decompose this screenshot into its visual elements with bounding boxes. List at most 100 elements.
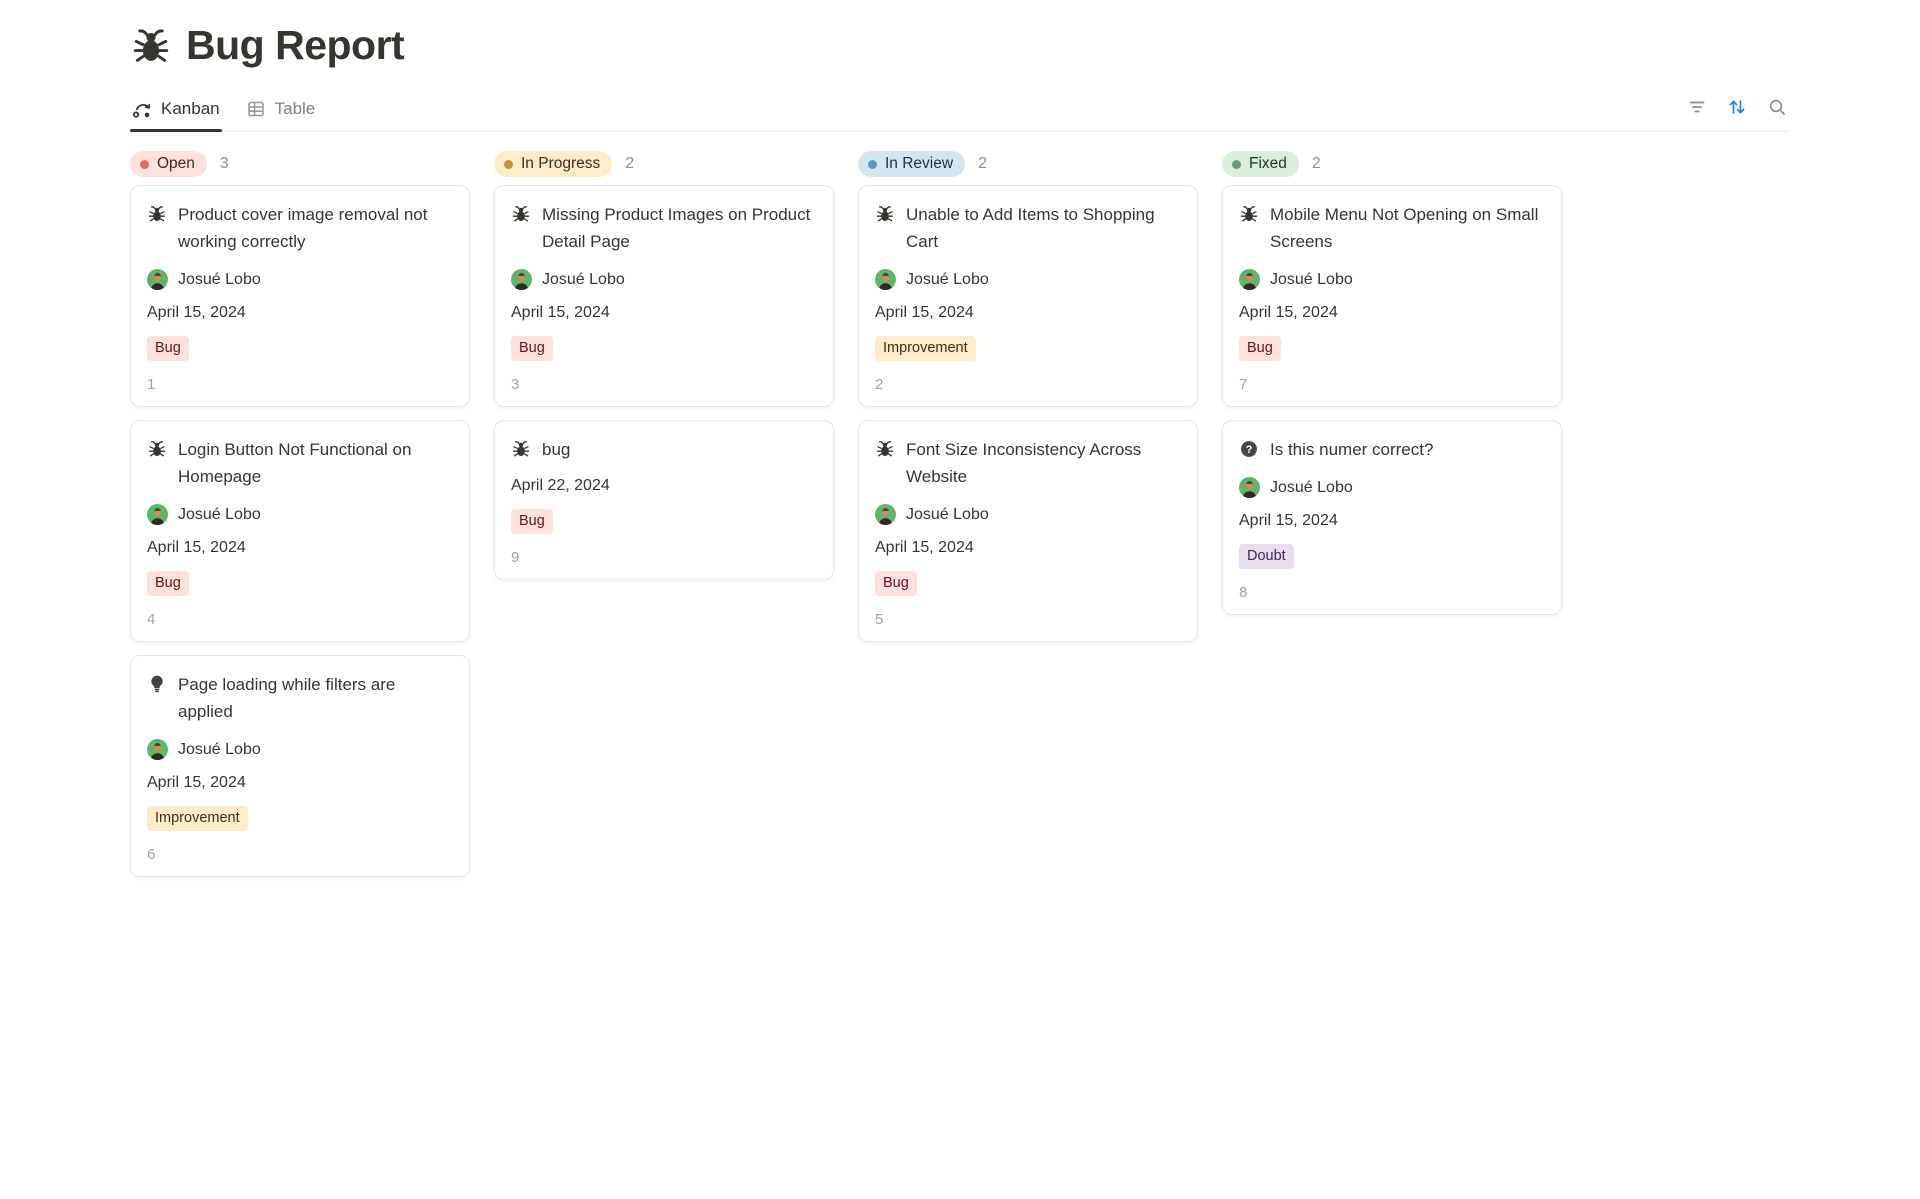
assignee-avatar	[1239, 477, 1260, 498]
kanban-card[interactable]: Font Size Inconsistency Across Website J…	[858, 420, 1198, 642]
column-header[interactable]: Fixed 2	[1222, 151, 1562, 177]
tab-table-label: Table	[275, 99, 316, 119]
kanban-view-icon	[132, 99, 152, 119]
status-label: Fixed	[1249, 155, 1287, 173]
card-tag: Doubt	[1239, 544, 1294, 569]
card-tag-row: Bug	[875, 571, 1181, 596]
status-dot	[504, 160, 513, 169]
view-tabs: Kanban Table	[130, 91, 339, 131]
card-title: Login Button Not Functional on Homepage	[178, 436, 453, 490]
assignee-name: Josué Lobo	[178, 741, 261, 759]
assignee-name: Josué Lobo	[178, 271, 261, 289]
column-cards: Unable to Add Items to Shopping Cart Jos…	[858, 185, 1198, 642]
card-tag-row: Improvement	[147, 806, 453, 831]
card-tag: Bug	[1239, 336, 1281, 361]
column-header[interactable]: In Progress 2	[494, 151, 834, 177]
card-title-row: Page loading while filters are applied	[147, 671, 453, 725]
card-tag: Bug	[511, 336, 553, 361]
assignee-avatar	[875, 504, 896, 525]
kanban-board: Open 3 Product cover image removal not w…	[130, 151, 1790, 877]
card-tag-row: Improvement	[875, 336, 1181, 361]
kanban-card[interactable]: ? Is this numer correct? Josué Lobo Apri…	[1222, 420, 1562, 615]
tab-kanban[interactable]: Kanban	[130, 91, 222, 131]
card-number: 2	[875, 376, 1181, 393]
kanban-card[interactable]: Unable to Add Items to Shopping Cart Jos…	[858, 185, 1198, 407]
assignee-avatar	[147, 504, 168, 525]
assignee-avatar	[1239, 269, 1260, 290]
card-number: 8	[1239, 584, 1545, 601]
card-date: April 15, 2024	[147, 304, 453, 322]
card-tag: Bug	[511, 509, 553, 534]
kanban-card[interactable]: bug April 22, 2024 Bug 9	[494, 420, 834, 580]
card-date: April 15, 2024	[147, 539, 453, 557]
card-tag-row: Bug	[147, 336, 453, 361]
column-header[interactable]: Open 3	[130, 151, 470, 177]
card-number: 1	[147, 376, 453, 393]
column-count: 2	[978, 155, 987, 173]
card-title-row: Login Button Not Functional on Homepage	[147, 436, 453, 490]
card-number: 6	[147, 846, 453, 863]
assignee-avatar	[511, 269, 532, 290]
status-pill: Open	[130, 151, 207, 177]
board-column: Open 3 Product cover image removal not w…	[130, 151, 470, 877]
bug-icon	[1239, 204, 1259, 255]
assignee-name: Josué Lobo	[906, 506, 989, 524]
card-title-row: Font Size Inconsistency Across Website	[875, 436, 1181, 490]
tab-table[interactable]: Table	[244, 91, 318, 131]
bug-icon	[147, 204, 167, 255]
card-assignee-row: Josué Lobo	[875, 269, 1181, 290]
table-view-icon	[246, 99, 266, 119]
card-assignee-row: Josué Lobo	[1239, 477, 1545, 498]
card-tag: Improvement	[147, 806, 248, 831]
assignee-avatar	[875, 269, 896, 290]
kanban-card[interactable]: Login Button Not Functional on Homepage …	[130, 420, 470, 642]
card-title-row: Mobile Menu Not Opening on Small Screens	[1239, 201, 1545, 255]
card-tag-row: Doubt	[1239, 544, 1545, 569]
search-icon[interactable]	[1764, 94, 1790, 120]
assignee-name: Josué Lobo	[1270, 479, 1353, 497]
card-title: bug	[542, 436, 570, 463]
filter-icon[interactable]	[1684, 94, 1710, 120]
card-title: Product cover image removal not working …	[178, 201, 453, 255]
bug-page-icon	[130, 25, 172, 67]
assignee-name: Josué Lobo	[178, 506, 261, 524]
bug-icon	[511, 439, 531, 463]
board-column: In Progress 2 Missing Product Images on …	[494, 151, 834, 580]
board-column: Fixed 2 Mobile Menu Not Opening on Small…	[1222, 151, 1562, 615]
card-title: Unable to Add Items to Shopping Cart	[906, 201, 1181, 255]
card-number: 5	[875, 611, 1181, 628]
card-title: Missing Product Images on Product Detail…	[542, 201, 817, 255]
kanban-card[interactable]: Page loading while filters are applied J…	[130, 655, 470, 877]
assignee-name: Josué Lobo	[542, 271, 625, 289]
status-dot	[1232, 160, 1241, 169]
column-cards: Missing Product Images on Product Detail…	[494, 185, 834, 580]
card-date: April 15, 2024	[875, 304, 1181, 322]
card-date: April 15, 2024	[875, 539, 1181, 557]
kanban-card[interactable]: Missing Product Images on Product Detail…	[494, 185, 834, 407]
bug-icon	[147, 439, 167, 490]
card-title-row: bug	[511, 436, 817, 463]
card-date: April 15, 2024	[147, 774, 453, 792]
card-title-row: Product cover image removal not working …	[147, 201, 453, 255]
status-label: Open	[157, 155, 195, 173]
card-tag-row: Bug	[1239, 336, 1545, 361]
kanban-card[interactable]: Mobile Menu Not Opening on Small Screens…	[1222, 185, 1562, 407]
card-date: April 22, 2024	[511, 477, 817, 495]
column-header[interactable]: In Review 2	[858, 151, 1198, 177]
page-header: Bug Report	[130, 22, 1790, 69]
card-assignee-row: Josué Lobo	[147, 269, 453, 290]
sort-icon[interactable]	[1724, 94, 1750, 120]
card-tag: Bug	[875, 571, 917, 596]
bug-icon	[875, 439, 895, 490]
status-dot	[140, 160, 149, 169]
card-number: 4	[147, 611, 453, 628]
bulb-icon	[147, 674, 167, 725]
status-pill: Fixed	[1222, 151, 1299, 177]
card-tag-row: Bug	[147, 571, 453, 596]
kanban-card[interactable]: Product cover image removal not working …	[130, 185, 470, 407]
card-title-row: ? Is this numer correct?	[1239, 436, 1545, 463]
column-cards: Product cover image removal not working …	[130, 185, 470, 877]
column-cards: Mobile Menu Not Opening on Small Screens…	[1222, 185, 1562, 615]
question-icon: ?	[1239, 439, 1259, 463]
status-pill: In Review	[858, 151, 965, 177]
